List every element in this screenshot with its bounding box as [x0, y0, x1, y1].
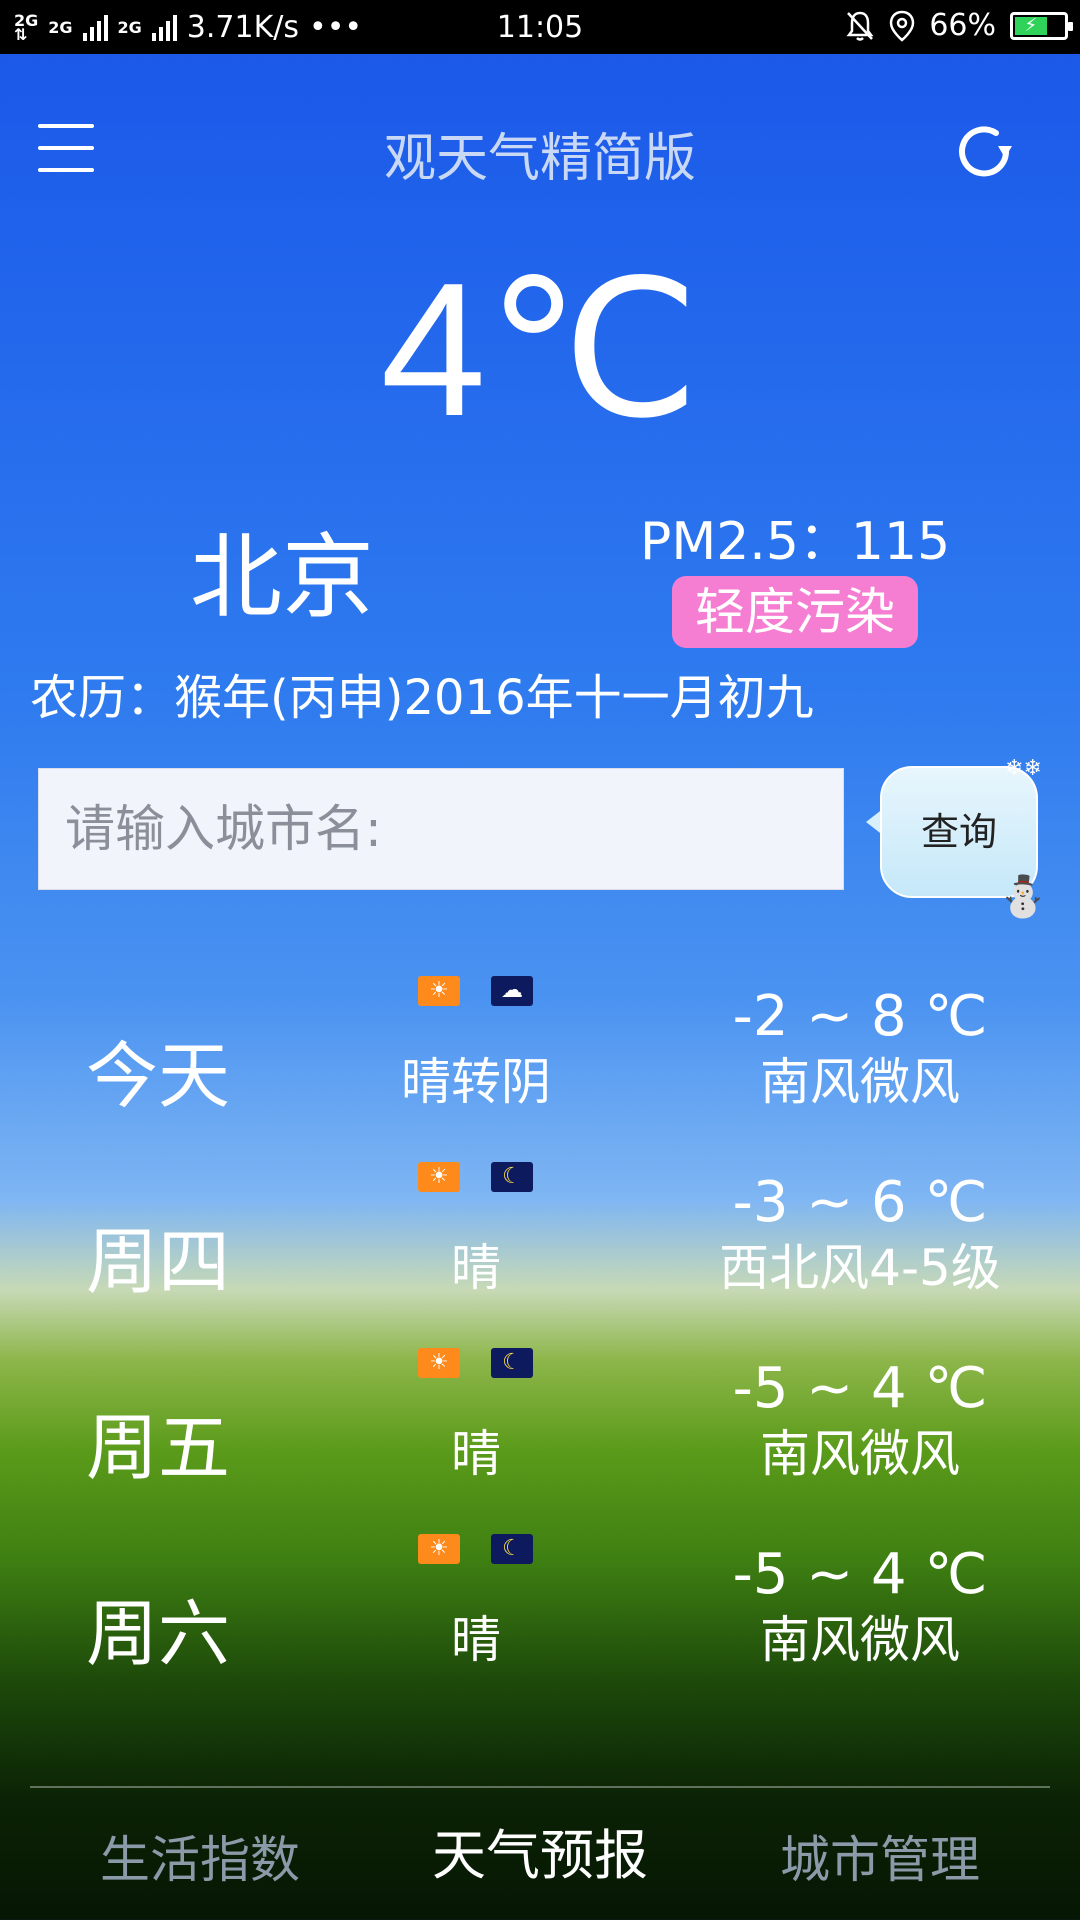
sun-icon: ☀: [418, 1348, 460, 1378]
forecast-wind: 南风微风: [760, 1053, 960, 1111]
sun-icon: ☀: [418, 1534, 460, 1564]
forecast-row: 今天 ☀ ☁ 晴转阴 -2 ~ 8 ℃ 南风微风: [0, 976, 1080, 1162]
status-right: 66% ⚡: [845, 8, 1073, 43]
snowflake-icon: ❄❄: [1005, 756, 1042, 781]
forecast-day: 周六: [86, 1592, 231, 1676]
moon-icon: ☾: [491, 1162, 533, 1192]
forecast-condition: 晴: [451, 1611, 501, 1669]
pm25-reading: PM2.5：115: [640, 512, 951, 572]
refresh-icon: [959, 126, 1012, 177]
tab-divider: [30, 1786, 1050, 1788]
signal-indicator: 2G ⇅: [14, 12, 38, 44]
forecast-temp-range: -2 ~ 8 ℃: [732, 984, 988, 1049]
forecast-condition: 晴: [451, 1239, 501, 1297]
bottom-tab-bar: 生活指数 天气预报 城市管理: [0, 1790, 1080, 1920]
sun-icon: ☀: [418, 976, 460, 1006]
pollution-badge: 轻度污染: [672, 576, 918, 648]
city-name: 北京: [190, 524, 375, 631]
data-arrows-icon: ⇅: [14, 24, 28, 44]
city-search-input[interactable]: [38, 768, 844, 890]
forecast-day: 周五: [86, 1406, 231, 1490]
forecast-condition: 晴转阴: [401, 1053, 551, 1111]
network-speed: 3.71K/s: [186, 10, 300, 45]
signal-indicator-3: 2G: [117, 17, 142, 37]
query-button-label: 查询: [920, 810, 997, 854]
forecast-wind: 南风微风: [760, 1611, 960, 1669]
forecast-wind: 西北风4-5级: [719, 1239, 1001, 1297]
mute-bell-icon: [846, 11, 874, 41]
forecast-temp-range: -5 ~ 4 ℃: [732, 1356, 988, 1421]
location-icon: [890, 10, 915, 42]
sun-icon: ☀: [418, 1162, 460, 1192]
forecast-row: 周五 ☀ ☾ 晴 -5 ~ 4 ℃ 南风微风: [0, 1348, 1080, 1534]
more-dots-icon: •••: [309, 10, 363, 45]
moon-icon: ☾: [491, 1348, 533, 1378]
forecast-condition: 晴: [451, 1425, 501, 1483]
forecast-day: 今天: [86, 1034, 231, 1118]
moon-icon: ☾: [491, 1534, 533, 1564]
forecast-row: 周四 ☀ ☾ 晴 -3 ~ 6 ℃ 西北风4-5级: [0, 1162, 1080, 1348]
signal-bars-icon: [82, 14, 108, 41]
snowman-icon: ⛄: [998, 874, 1048, 920]
forecast-temp-range: -5 ~ 4 ℃: [732, 1542, 988, 1607]
tab-life-index[interactable]: 生活指数: [20, 1830, 380, 1890]
query-button[interactable]: ❄❄ 查询 ⛄: [866, 758, 1048, 920]
current-temperature: 4℃: [380, 244, 700, 456]
status-bar: 2G ⇅ 2G 2G 3.71K/s ••• 11:05 66% ⚡: [0, 0, 1080, 54]
forecast-wind: 南风微风: [760, 1425, 960, 1483]
forecast-temp-range: -3 ~ 6 ℃: [732, 1170, 988, 1235]
app-title: 观天气精简版: [383, 129, 696, 189]
battery-percent: 66%: [929, 8, 996, 43]
battery-icon: ⚡: [1010, 11, 1073, 40]
forecast-day: 周四: [86, 1220, 231, 1304]
forecast-row: 周六 ☀ ☾ 晴 -5 ~ 4 ℃ 南风微风: [0, 1534, 1080, 1720]
lunar-date: 农历：猴年(丙申)2016年十一月初九: [30, 670, 814, 726]
signal-bars-icon-2: [151, 14, 177, 41]
network-type-2: 2G: [48, 17, 73, 37]
tab-weather-forecast[interactable]: 天气预报: [360, 1826, 720, 1886]
signal-indicator-2: 2G: [48, 17, 73, 37]
refresh-button[interactable]: [950, 120, 1020, 184]
tab-city-management[interactable]: 城市管理: [700, 1830, 1060, 1890]
battery-charging-icon: ⚡: [1015, 16, 1047, 35]
status-left: 2G ⇅ 2G 2G 3.71K/s •••: [14, 10, 362, 45]
network-type-3: 2G: [117, 17, 142, 37]
cloudy-night-icon: ☁: [491, 976, 533, 1006]
